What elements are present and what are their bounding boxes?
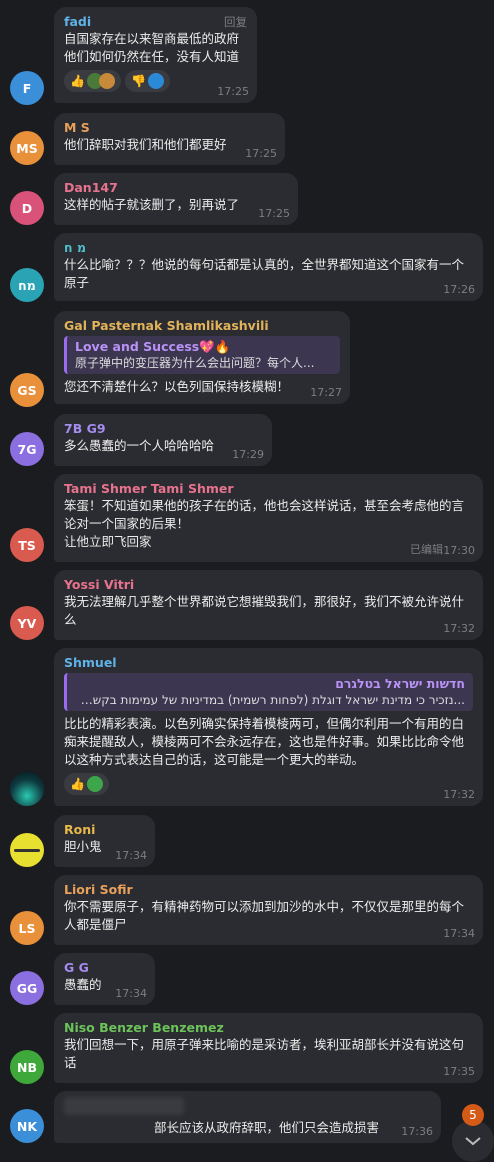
avatar[interactable]: 7G [10, 432, 44, 466]
sender-name[interactable]: מ ח [64, 239, 473, 256]
avatar[interactable]: מח [10, 268, 44, 302]
sender-name[interactable]: M S [64, 119, 275, 136]
avatar-image[interactable] [10, 833, 44, 867]
reaction-thumbs-up[interactable]: 👍 [64, 773, 109, 795]
avatar[interactable]: D [10, 191, 44, 225]
reactions: 👍 [64, 773, 473, 795]
message-text: 我们回想一下，用原子弹来比喻的是采访者，埃利亚胡部长并没有说这句话 [64, 1037, 465, 1070]
sender-name[interactable]: Liori Sofir [64, 881, 473, 898]
sender-name[interactable]: Yossi Vitri [64, 576, 473, 593]
message-time: 17:25 [258, 207, 290, 220]
avatar-image[interactable] [10, 772, 44, 806]
message-text: 他们辞职对我们和他们都更好 [64, 137, 227, 152]
reply-button[interactable]: 回复 [224, 14, 247, 30]
scroll-to-bottom-button[interactable] [452, 1120, 494, 1162]
message-text: 您还不清楚什么？以色列国保持核模糊！ [64, 379, 290, 394]
message-time: 17:35 [443, 1065, 475, 1078]
message-text: 你不需要原子，有精神药物可以添加到加沙的水中，不仅仅是那里的每个人都是僵尸 [64, 899, 465, 932]
message-time: 17:32 [443, 622, 475, 635]
avatar[interactable]: LS [10, 911, 44, 945]
avatar[interactable]: GS [10, 373, 44, 407]
avatar[interactable]: TS [10, 528, 44, 562]
reply-quote[interactable]: חדשות ישראל בטלגרם ...נזכיר כי מדינת ישר… [64, 673, 473, 711]
sender-name[interactable]: fadi [64, 13, 247, 30]
message-time: 17:34 [443, 927, 475, 940]
message-text: 什么比喻？？？他说的每句话都是认真的，全世界都知道这个国家有一个原子 [64, 257, 465, 290]
avatar[interactable]: GG [10, 971, 44, 1005]
message-time: 17:25 [217, 85, 249, 98]
reaction-thumbs-up[interactable]: 👍 [64, 70, 121, 92]
message-text: 我无法理解几乎整个世界都说它想摧毁我们，那很好，我们不被允许说什么 [64, 594, 465, 627]
message-text: 这样的帖子就该删了，别再说了 [64, 197, 240, 212]
sender-name[interactable]: G G [64, 959, 145, 976]
unread-count-badge: 5 [462, 1104, 484, 1126]
reaction-thumbs-down[interactable]: 👎 [124, 70, 170, 92]
blurred-content [64, 1097, 184, 1115]
message-time: 17:34 [115, 987, 147, 1000]
message-time: 17:26 [443, 283, 475, 296]
message-time: 17:27 [310, 386, 342, 399]
quote-title: Love and Success💖🔥 [75, 339, 231, 354]
avatar[interactable]: NK [10, 1109, 44, 1143]
sender-name[interactable]: Dan147 [64, 179, 288, 196]
message-time: 17:29 [232, 448, 264, 461]
sender-name[interactable]: 7B G9 [64, 420, 262, 437]
avatar[interactable]: F [10, 71, 44, 105]
message-time: 17:30 [443, 544, 475, 557]
message-time: 17:34 [115, 849, 147, 862]
message-text: 比比的精彩表演。以色列确实保持着模棱两可，但偶尔利用一个有用的白痴来提醒敌人，模… [64, 716, 465, 767]
edited-label: 已编辑 [410, 543, 443, 556]
message-text: 部长应该从政府辞职，他们只会造成损害 [153, 1120, 379, 1135]
chevron-down-icon [465, 1137, 481, 1146]
avatar[interactable]: MS [10, 131, 44, 165]
message-time: 17:36 [401, 1125, 433, 1138]
sender-name[interactable]: Tami Shmer Tami Shmer [64, 480, 473, 497]
quote-title: חדשות ישראל בטלגרם [335, 676, 465, 691]
sender-name[interactable]: Gal Pasternak Shamlikashvili [64, 317, 340, 334]
sender-name[interactable]: Roni [64, 821, 145, 838]
message-time: 17:25 [245, 147, 277, 160]
quote-text: ...נזכיר כי מדינת ישראל דוגלת (לפחות רשמ… [75, 693, 465, 707]
avatar[interactable]: YV [10, 606, 44, 640]
sender-name[interactable]: Niso Benzer Benzemez [64, 1019, 473, 1036]
message-time: 17:32 [443, 788, 475, 801]
reply-quote[interactable]: Love and Success💖🔥 原子弹中的变压器为什么会出问题？每个人..… [64, 336, 340, 374]
message-text: 自国家存在以来智商最低的政府 他们如何仍然在任，没有人知道 [64, 31, 240, 64]
sender-name[interactable]: Shmuel [64, 654, 473, 671]
avatar[interactable]: NB [10, 1050, 44, 1084]
quote-text: 原子弹中的变压器为什么会出问题？每个人... [75, 356, 315, 370]
